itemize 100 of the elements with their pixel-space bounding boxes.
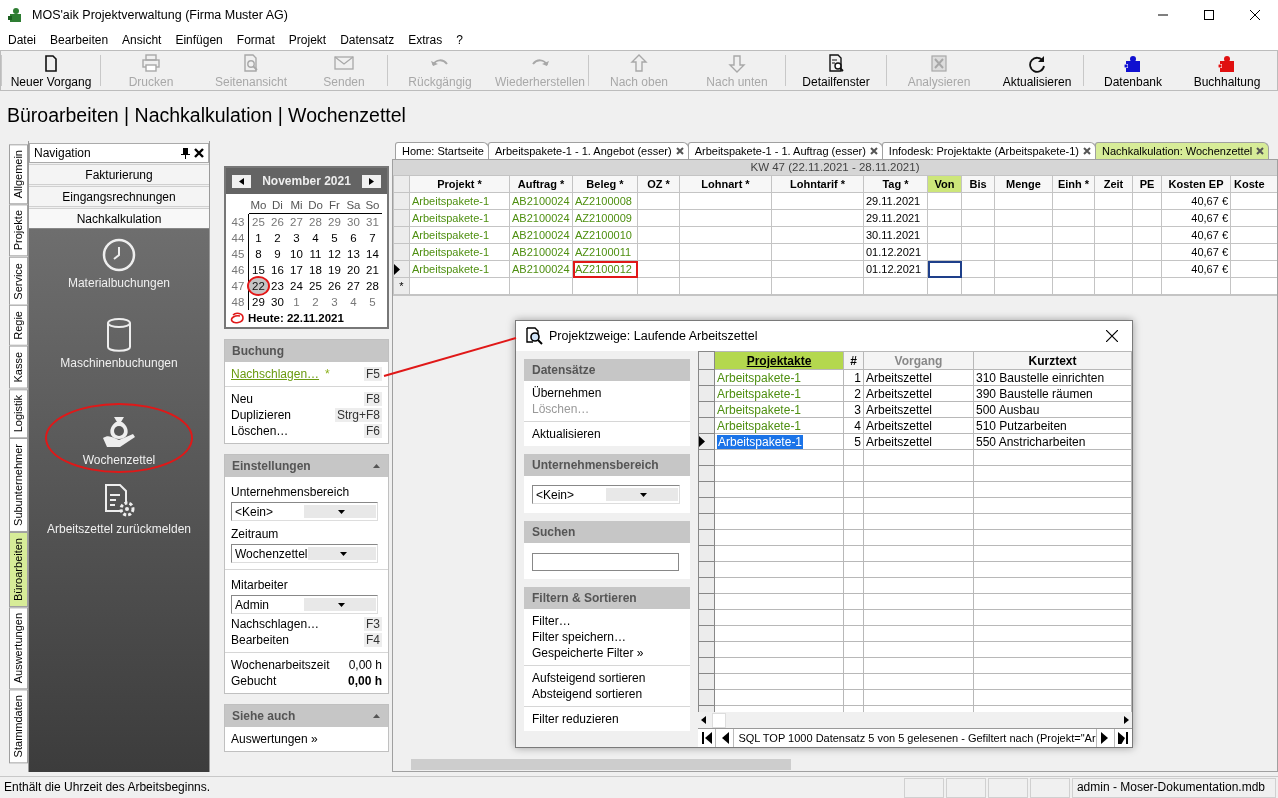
link[interactable]: Auswertungen » [231, 732, 318, 746]
nav-section[interactable]: Nachkalkulation [29, 208, 209, 229]
calendar-day[interactable]: 4 [344, 294, 363, 310]
column-header[interactable]: Kosten EP [1161, 175, 1231, 193]
section-header[interactable]: Einstellungen [225, 455, 388, 477]
column-header[interactable]: OZ * [637, 175, 680, 193]
search-field[interactable] [532, 553, 679, 571]
nav-section[interactable]: Fakturierung [29, 164, 209, 185]
side-tab[interactable]: Allgemein [9, 144, 28, 205]
action-item[interactable]: Löschen… [231, 424, 289, 438]
side-tab[interactable]: Logistik [9, 388, 28, 438]
calendar-day[interactable]: 26 [268, 214, 287, 230]
calendar-day[interactable]: 31 [363, 214, 382, 230]
calendar-day[interactable]: 19 [325, 262, 344, 278]
calendar-day[interactable]: 21 [363, 262, 382, 278]
menu-item[interactable]: Datei [1, 33, 43, 47]
menu-item[interactable]: Extras [401, 33, 450, 47]
action-item[interactable]: Neu [231, 392, 253, 406]
menu-item[interactable]: Projekt [281, 33, 334, 47]
action-item[interactable]: Absteigend sortieren [532, 686, 682, 702]
calendar-day[interactable]: 26 [325, 278, 344, 294]
calendar-day[interactable]: 17 [287, 262, 306, 278]
action-item[interactable]: Bearbeiten [231, 633, 290, 647]
calendar-day[interactable]: 5 [325, 230, 344, 246]
close-icon[interactable] [1083, 147, 1091, 155]
column-header[interactable]: Lohnart * [679, 175, 772, 193]
nav-item[interactable]: Arbeitszettel zurückmelden [39, 483, 199, 563]
calendar-day[interactable]: 1 [287, 294, 306, 310]
close-icon[interactable] [194, 148, 204, 158]
calendar-day[interactable]: 10 [287, 246, 306, 262]
toolbar-button[interactable]: Detailfenster [786, 51, 886, 90]
table-cell[interactable]: Arbeitspakete-1 [717, 434, 804, 449]
calendar-day[interactable]: 11 [306, 246, 325, 262]
column-header[interactable]: Projekt * [409, 175, 510, 193]
side-tab[interactable]: Service [9, 256, 28, 306]
column-header[interactable]: Einh * [1052, 175, 1095, 193]
pin-icon[interactable] [181, 147, 190, 159]
menu-item[interactable]: Format [229, 33, 282, 47]
calendar-day[interactable]: 5 [363, 294, 382, 310]
column-header[interactable]: Zeit [1094, 175, 1133, 193]
document-tab[interactable]: Infodesk: Projektakte (Arbeitspakete-1) [881, 142, 1096, 159]
action-item[interactable]: Nachschlagen… [231, 617, 320, 631]
previous-month-button[interactable] [232, 174, 251, 188]
calendar-day[interactable]: 27 [287, 214, 306, 230]
side-tab[interactable]: Auswertungen [9, 606, 28, 690]
action-item[interactable]: Duplizieren [231, 408, 292, 422]
dropdown[interactable]: Admin [231, 595, 378, 614]
column-header[interactable]: Bis [961, 175, 995, 193]
calendar-day[interactable]: 14 [363, 246, 382, 262]
document-tab[interactable]: Arbeitspakete-1 - 1. Angebot (esser) [487, 142, 689, 159]
calendar-day[interactable]: 30 [344, 214, 363, 230]
toolbar-button[interactable]: Buchhaltung [1182, 51, 1272, 90]
column-header[interactable]: Auftrag * [509, 175, 573, 193]
toolbar-button[interactable]: Aktualisieren [991, 51, 1083, 90]
document-tab[interactable]: Nachkalkulation: Wochenzettel [1095, 142, 1270, 159]
side-tab[interactable]: Kasse [9, 346, 28, 389]
side-tab[interactable]: Büroarbeiten [9, 531, 28, 607]
collapse-icon[interactable] [373, 714, 380, 718]
nav-section[interactable]: Eingangsrechnungen [29, 186, 209, 207]
action-item[interactable]: Gespeicherte Filter » [532, 645, 682, 661]
calendar-day[interactable]: 28 [363, 278, 382, 294]
side-tab[interactable]: Projekte [9, 204, 28, 257]
calendar-day[interactable]: 4 [306, 230, 325, 246]
calendar-day[interactable]: 12 [325, 246, 344, 262]
menu-item[interactable]: Datensatz [333, 33, 402, 47]
column-header[interactable]: Tag * [863, 175, 928, 193]
toolbar-button[interactable]: Datenbank [1084, 51, 1182, 90]
side-tab[interactable]: Regie [9, 305, 28, 347]
document-tab[interactable]: Arbeitspakete-1 - 1. Auftrag (esser) [687, 142, 883, 159]
menu-item[interactable]: Bearbeiten [43, 33, 116, 47]
calendar-day[interactable]: 3 [325, 294, 344, 310]
nav-item[interactable]: Materialbuchungen [39, 237, 199, 317]
action-item[interactable]: Filter… [532, 613, 682, 629]
calendar-day[interactable]: 2 [268, 230, 287, 246]
close-icon[interactable] [675, 147, 684, 155]
action-item[interactable]: Übernehmen [532, 385, 682, 401]
calendar-day[interactable]: 30 [268, 294, 287, 310]
calendar-day[interactable]: 7 [363, 230, 382, 246]
column-header[interactable]: Lohntarif * [771, 175, 864, 193]
calendar-day[interactable]: 22 [249, 278, 268, 294]
action-item[interactable]: Filter speichern… [532, 629, 682, 645]
calendar-day[interactable]: 1 [249, 230, 268, 246]
document-tab[interactable]: Home: Startseite [395, 142, 489, 159]
calendar-day[interactable]: 16 [268, 262, 287, 278]
calendar-day[interactable]: 2 [306, 294, 325, 310]
link[interactable]: Nachschlagen… [231, 367, 320, 381]
calendar-day[interactable]: 23 [268, 278, 287, 294]
column-header[interactable]: Menge [994, 175, 1053, 193]
column-header[interactable]: Koste [1230, 175, 1277, 193]
calendar-day[interactable]: 3 [287, 230, 306, 246]
action-item[interactable]: Aufsteigend sortieren [532, 670, 682, 686]
calendar-day[interactable]: 29 [325, 214, 344, 230]
calendar-day[interactable]: 6 [344, 230, 363, 246]
menu-item[interactable]: ? [449, 33, 470, 47]
calendar-day[interactable]: 8 [249, 246, 268, 262]
input-field[interactable] [927, 260, 962, 278]
calendar-day[interactable]: 29 [249, 294, 268, 310]
action-item[interactable]: Filter reduzieren [532, 711, 682, 727]
dropdown[interactable]: <Kein> [231, 502, 378, 521]
nav-item[interactable]: Wochenzettel [39, 397, 199, 483]
